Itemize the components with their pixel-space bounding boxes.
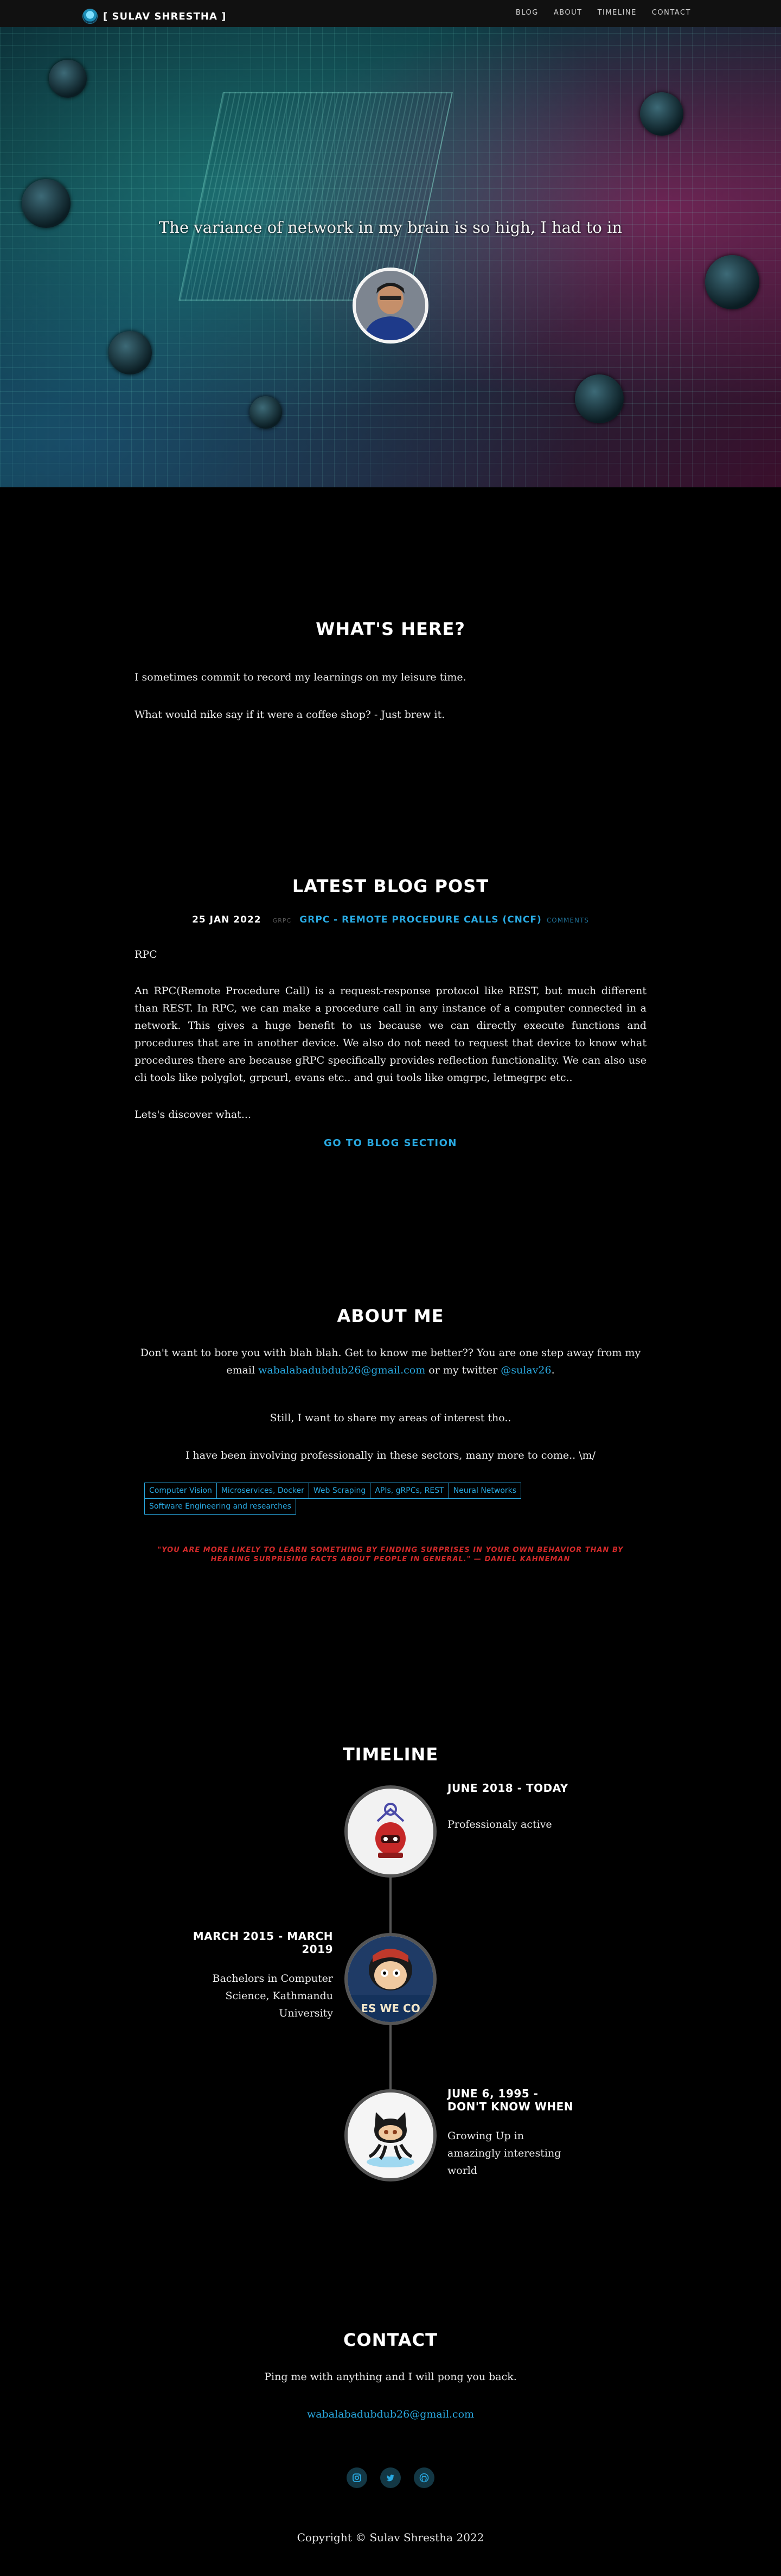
post-tag[interactable]: GRPC: [273, 917, 291, 924]
contact-email-link[interactable]: wabalabadubdub26@gmail.com: [135, 2406, 646, 2423]
about-intro-text-2: or my twitter: [428, 1364, 498, 1376]
go-to-blog-button[interactable]: GO TO BLOG SECTION: [0, 1137, 781, 1149]
timeline-image-3: [344, 2089, 437, 2181]
yes-we-code-icon: ES WE CO: [348, 1936, 433, 2022]
brand-logo-icon: [82, 9, 98, 24]
instagram-icon: [353, 2473, 361, 2482]
contact-title: CONTACT: [343, 2330, 438, 2350]
post-meta: 25 JAN 2022 GRPC GRPC - REMOTE PROCEDURE…: [0, 914, 781, 925]
tag-web-scraping[interactable]: Web Scraping: [308, 1483, 371, 1499]
brand[interactable]: [ SULAV SHRESTHA ]: [82, 9, 226, 24]
github-icon: [419, 2473, 429, 2483]
capacitor-graphic: [640, 92, 683, 136]
yes-we-code-text: ES WE CO: [361, 2002, 420, 2015]
timeline-date-2: MARCH 2015 - MARCH 2019: [193, 1930, 333, 1956]
robot-icon: [348, 1789, 433, 1874]
brand-name: [ SULAV SHRESTHA ]: [103, 10, 227, 22]
capacitor-graphic: [705, 255, 759, 309]
tag-computer-vision[interactable]: Computer Vision: [144, 1483, 217, 1499]
timeline-date-1: JUNE 2018 - TODAY: [447, 1782, 568, 1795]
avatar-portrait-icon: [356, 271, 425, 340]
post-heading: RPC: [135, 949, 157, 961]
avatar: [353, 268, 428, 344]
github-button[interactable]: [414, 2467, 434, 2488]
tag-apis[interactable]: APIs, gRPCs, REST: [370, 1483, 449, 1499]
about-interests-line: Still, I want to share my areas of inter…: [270, 1412, 511, 1424]
social-links: [0, 2467, 781, 2488]
post-title-link[interactable]: GRPC - REMOTE PROCEDURE CALLS (CNCF): [299, 914, 542, 925]
post-teaser: Lets's discover what...: [135, 1109, 252, 1121]
timeline-image-1: [344, 1785, 437, 1878]
navbar: [ SULAV SHRESTHA ] BLOG ABOUT TIMELINE C…: [0, 0, 781, 27]
post-date: 25 JAN 2022: [192, 914, 261, 925]
about-intro-end: .: [551, 1364, 555, 1376]
timeline-date-3: JUNE 6, 1995 - DON'T KNOW WHEN: [447, 2087, 574, 2113]
kahneman-quote: "YOU ARE MORE LIKELY TO LEARN SOMETHING …: [157, 1546, 624, 1563]
instagram-button[interactable]: [347, 2467, 367, 2488]
timeline-desc-2: Bachelors in Computer Science, Kathmandu…: [212, 1973, 333, 2019]
about-title: ABOUT ME: [337, 1306, 444, 1326]
hero-tagline: The variance of network in my brain is s…: [158, 218, 623, 237]
latest-blog-title: LATEST BLOG POST: [292, 876, 489, 896]
capacitor-graphic: [249, 396, 282, 429]
twitter-button[interactable]: [380, 2467, 401, 2488]
capacitor-graphic: [575, 374, 624, 423]
nav-link-contact[interactable]: CONTACT: [652, 9, 691, 17]
nav-link-about[interactable]: ABOUT: [554, 9, 582, 17]
capacitor-graphic: [108, 331, 152, 374]
capacitor-graphic: [49, 60, 87, 98]
hero-banner: The variance of network in my brain is s…: [0, 27, 781, 487]
whats-here-line-1: I sometimes commit to record my learning…: [135, 671, 466, 683]
about-sectors-line: I have been involving professionally in …: [185, 1449, 596, 1461]
nav-menu: BLOG ABOUT TIMELINE CONTACT: [516, 9, 691, 17]
about-twitter-link[interactable]: @sulav26: [501, 1364, 551, 1376]
post-excerpt: An RPC(Remote Procedure Call) is a reque…: [135, 985, 646, 1084]
tag-microservices[interactable]: Microservices, Docker: [216, 1483, 309, 1499]
post-comments-link[interactable]: COMMENTS: [547, 917, 589, 924]
timeline-desc-3: Growing Up in amazingly interesting worl…: [447, 2130, 561, 2177]
about-intro: Don't want to bore you with blah blah. G…: [135, 1344, 646, 1379]
interest-tags: Computer Vision Microservices, Docker We…: [144, 1483, 638, 1515]
about-email-link[interactable]: wabalabadubdub26@gmail.com: [258, 1364, 425, 1376]
whats-here-title: WHAT'S HERE?: [316, 619, 465, 639]
contact-line: Ping me with anything and I will pong yo…: [264, 2371, 517, 2383]
copyright: Copyright © Sulav Shrestha 2022: [297, 2531, 484, 2544]
tag-neural-networks[interactable]: Neural Networks: [448, 1483, 522, 1499]
octocat-icon: [348, 2092, 433, 2178]
circuit-chip-graphic: [178, 92, 453, 301]
nav-link-timeline[interactable]: TIMELINE: [598, 9, 637, 17]
whats-here-line-2: What would nike say if it were a coffee …: [135, 709, 445, 721]
tag-software-engineering[interactable]: Software Engineering and researches: [144, 1498, 296, 1515]
timeline-title: TIMELINE: [342, 1744, 439, 1765]
timeline-desc-1: Professionaly active: [447, 1818, 552, 1830]
timeline-image-2: ES WE CO: [344, 1933, 437, 2025]
nav-link-blog[interactable]: BLOG: [516, 9, 539, 17]
twitter-icon: [386, 2475, 394, 2482]
